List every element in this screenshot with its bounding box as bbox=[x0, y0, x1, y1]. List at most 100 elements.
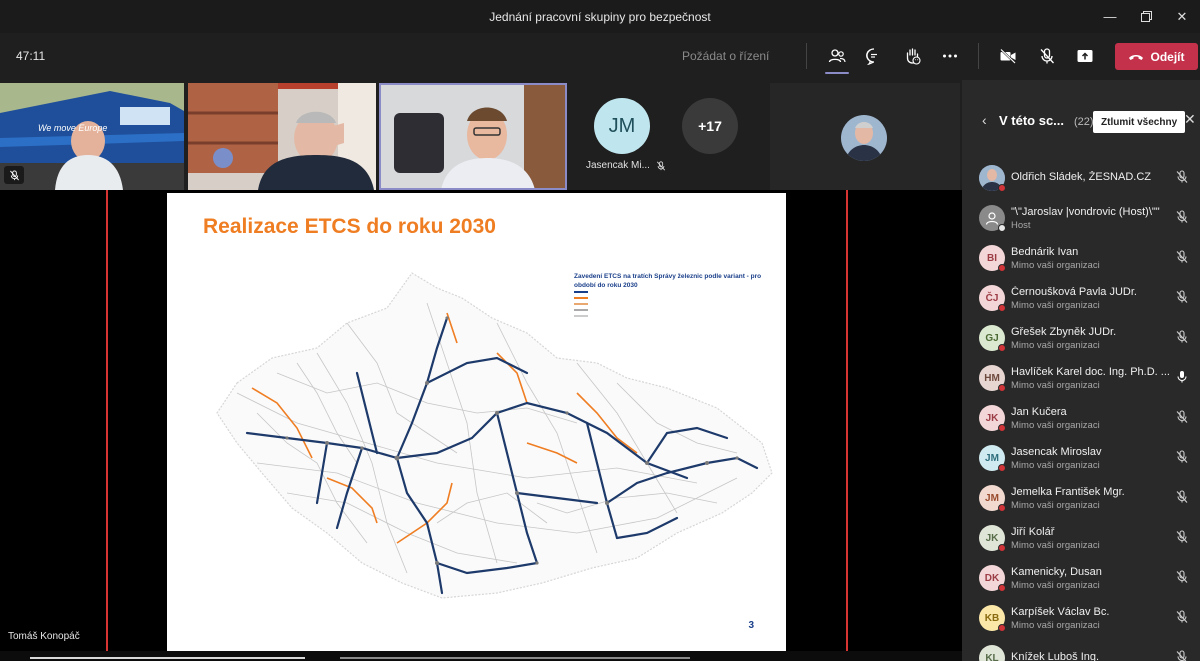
presence-status-dot bbox=[998, 464, 1006, 472]
mic-off-icon bbox=[1174, 529, 1190, 545]
mic-off-icon bbox=[656, 160, 665, 170]
mic-off-icon bbox=[1174, 609, 1190, 625]
mic-off-icon bbox=[1174, 169, 1190, 185]
participant-row[interactable]: JM Jasencak Miroslav Mimo vaši organizaci bbox=[962, 438, 1200, 478]
participant-subtitle: Mimo vaši organizaci bbox=[1011, 340, 1100, 351]
participant-name: Jiří Kolář bbox=[1011, 526, 1055, 538]
participant-row[interactable]: ČJ Černoušková Pavla JUDr. Mimo vaši organ… bbox=[962, 278, 1200, 318]
presence-status-dot bbox=[998, 544, 1006, 552]
presentation-slide: Realizace ETCS do roku 2030 Zavedení ETC… bbox=[167, 193, 786, 651]
mic-off-icon bbox=[1174, 489, 1190, 505]
restore-button[interactable] bbox=[1128, 0, 1164, 33]
participant-photo bbox=[841, 115, 887, 161]
participants-panel: ‹ V této sc... (22) Ztlumit všechny ✕ Ol… bbox=[962, 80, 1200, 661]
participants-panel-title: V této sc... bbox=[999, 113, 1065, 128]
reactions-button[interactable] bbox=[897, 43, 927, 69]
video-feed bbox=[188, 83, 376, 190]
participant-name: Oldřich Sládek, ŽESNAD.CZ bbox=[1011, 171, 1151, 183]
presence-status-dot bbox=[998, 224, 1006, 232]
restore-icon bbox=[1140, 11, 1152, 22]
chevron-left-icon: ‹ bbox=[982, 112, 987, 128]
participant-row[interactable]: BI Bednárik Ivan Mimo vaši organizaci bbox=[962, 238, 1200, 278]
participant-row[interactable]: HM Havlíček Karel doc. Ing. Ph.D. ... Mimo… bbox=[962, 358, 1200, 398]
participant-name: Bednárik Ivan bbox=[1011, 246, 1079, 258]
participant-row[interactable]: JK Jan Kučera Mimo vaši organizaci bbox=[962, 398, 1200, 438]
participant-subtitle: Mimo vaši organizaci bbox=[1011, 420, 1100, 431]
mic-on-icon bbox=[1174, 369, 1190, 385]
participant-video-tile[interactable] bbox=[188, 83, 376, 190]
person-icon bbox=[985, 212, 999, 225]
share-screen-button[interactable] bbox=[1070, 43, 1100, 69]
participant-subtitle: Mimo vaši organizaci bbox=[1011, 260, 1100, 271]
window-controls: — ✕ bbox=[1092, 0, 1200, 33]
mic-off-icon bbox=[1040, 48, 1054, 64]
participant-subtitle: Mimo vaši organizaci bbox=[1011, 460, 1100, 471]
mic-off-icon bbox=[1174, 649, 1190, 661]
presence-status-dot bbox=[998, 344, 1006, 352]
reactions-icon bbox=[906, 48, 921, 65]
participant-name: Jan Kučera bbox=[1011, 406, 1067, 418]
presence-status-dot bbox=[998, 384, 1006, 392]
microphone-toggle-button[interactable] bbox=[1032, 43, 1062, 69]
presenter-name: Tomáš Konopáč bbox=[8, 631, 80, 642]
presence-status-dot bbox=[998, 504, 1006, 512]
toolbar-divider bbox=[806, 43, 807, 69]
camera-off-icon bbox=[1000, 48, 1016, 64]
presence-status-dot bbox=[998, 584, 1006, 592]
participant-subtitle: Mimo vaši organizaci bbox=[1011, 300, 1100, 311]
participant-avatar: KL bbox=[979, 645, 1005, 661]
presence-status-dot bbox=[998, 624, 1006, 632]
svg-text:We move Europe: We move Europe bbox=[38, 123, 107, 133]
participant-row[interactable]: JK Jiří Kolář Mimo vaši organizaci bbox=[962, 518, 1200, 558]
share-icon bbox=[1077, 50, 1093, 62]
chat-button[interactable] bbox=[859, 43, 889, 69]
more-options-button[interactable] bbox=[935, 43, 965, 69]
participant-row[interactable]: KB Karpíšek Václav Bc. Mimo vaši organizac… bbox=[962, 598, 1200, 638]
presence-status-dot bbox=[998, 184, 1006, 192]
participant-row[interactable]: GJ Gřešek Zbyněk JUDr. Mimo vaši organizac… bbox=[962, 318, 1200, 358]
window-titlebar: Jednání pracovní skupiny pro bezpečnost … bbox=[0, 0, 1200, 33]
more-participants-button[interactable]: +17 bbox=[682, 98, 738, 154]
participant-name: Knížek Luboš Ing. bbox=[1011, 651, 1100, 661]
close-window-button[interactable]: ✕ bbox=[1164, 0, 1200, 33]
participant-subtitle: Host bbox=[1011, 220, 1031, 231]
participant-row[interactable]: KL Knížek Luboš Ing. bbox=[962, 638, 1200, 661]
participant-name: Kamenicky, Dusan bbox=[1011, 566, 1102, 578]
leave-meeting-button[interactable]: Odejít bbox=[1115, 43, 1198, 70]
participants-count: (22) bbox=[1074, 116, 1094, 128]
participant-name: Jasencak Miroslav bbox=[1011, 446, 1102, 458]
video-feed bbox=[379, 83, 567, 190]
participant-subtitle: Mimo vaši organizaci bbox=[1011, 540, 1100, 551]
mic-off-icon bbox=[1174, 569, 1190, 585]
participant-subtitle: Mimo vaši organizaci bbox=[1011, 380, 1100, 391]
participant-row[interactable]: JM Jemelka František Mgr. Mimo vaši organi… bbox=[962, 478, 1200, 518]
active-tab-indicator bbox=[825, 72, 849, 74]
participant-row[interactable]: DK Kamenicky, Dusan Mimo vaši organizaci bbox=[962, 558, 1200, 598]
tile-muted-indicator bbox=[4, 166, 24, 184]
participant-name: Gřešek Zbyněk JUDr. bbox=[1011, 326, 1117, 338]
request-control-button[interactable]: Požádat o řízení bbox=[682, 49, 769, 63]
camera-toggle-button[interactable] bbox=[993, 43, 1023, 69]
close-panel-button[interactable]: ✕ bbox=[1184, 111, 1196, 128]
participant-avatar[interactable]: JM bbox=[594, 98, 650, 154]
meeting-toolbar: 47:11 Požádat o řízení Odejít bbox=[0, 33, 1200, 80]
participant-avatar-tile[interactable] bbox=[770, 83, 960, 190]
video-strip: We move Europe JM +17 bbox=[0, 80, 962, 190]
mic-off-icon bbox=[1174, 409, 1190, 425]
participants-button[interactable] bbox=[822, 43, 852, 69]
participant-video-tile-active[interactable] bbox=[379, 83, 567, 190]
mute-all-button[interactable]: Ztlumit všechny bbox=[1093, 111, 1186, 133]
toolbar-divider bbox=[978, 43, 979, 69]
close-icon: ✕ bbox=[1176, 8, 1188, 24]
minimize-button[interactable]: — bbox=[1092, 0, 1128, 33]
mic-off-icon bbox=[1174, 329, 1190, 345]
participant-row[interactable]: Oldřich Sládek, ŽESNAD.CZ bbox=[962, 158, 1200, 198]
back-button[interactable]: ‹ bbox=[982, 112, 987, 128]
participant-video-tile[interactable]: We move Europe bbox=[0, 83, 184, 190]
participant-row[interactable]: "\"Jaroslav |vondrovic (Host)\"" Host bbox=[962, 198, 1200, 238]
screen-share-border bbox=[846, 190, 848, 651]
mic-off-icon bbox=[1174, 289, 1190, 305]
minimize-icon: — bbox=[1103, 9, 1117, 24]
slide-title: Realizace ETCS do roku 2030 bbox=[203, 215, 496, 238]
participant-name: Havlíček Karel doc. Ing. Ph.D. ... bbox=[1011, 366, 1170, 378]
